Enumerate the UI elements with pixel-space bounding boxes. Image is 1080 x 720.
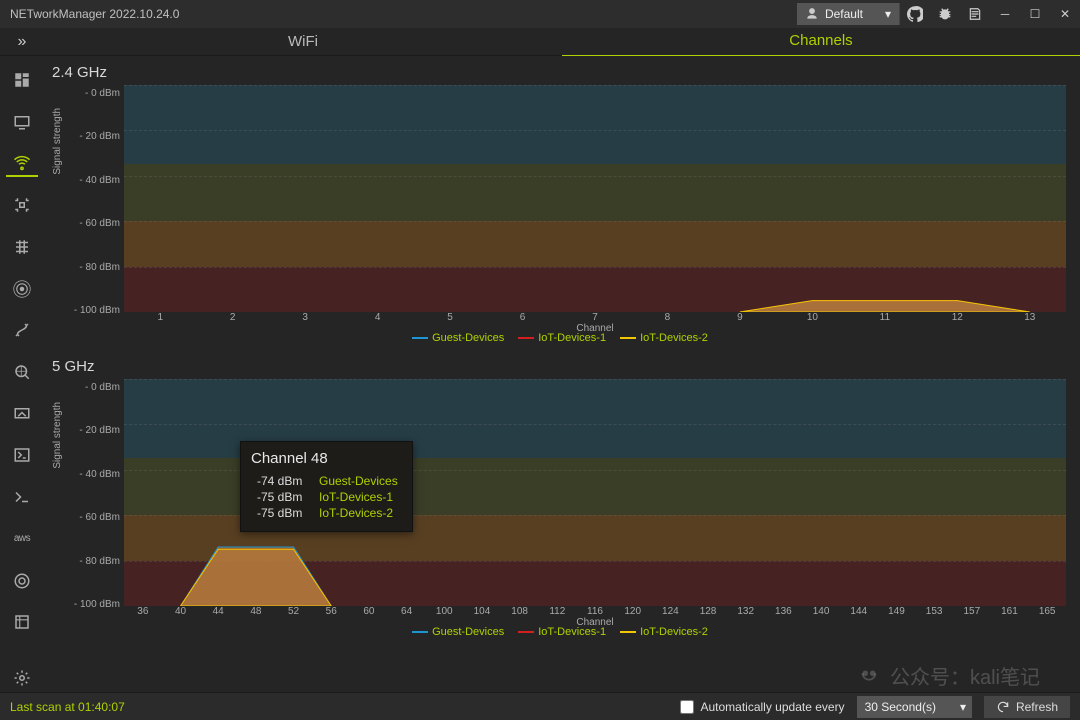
content-area: 2.4 GHz Signal strength - 0 dBm- 20 dBm-… xyxy=(44,56,1080,692)
tooltip-title: Channel 48 xyxy=(251,450,398,467)
sidebar-item-remote[interactable] xyxy=(6,400,38,428)
minimize-button[interactable]: ─ xyxy=(990,0,1020,28)
legend-24: Guest-DevicesIoT-Devices-1IoT-Devices-2 xyxy=(50,332,1070,344)
sidebar-item-trace[interactable] xyxy=(6,316,38,344)
xlabel-5: Channel xyxy=(124,618,1066,627)
ylabel-5: Signal strength xyxy=(52,401,63,468)
titlebar: NETworkManager 2022.10.24.0 Default ▾ ─ … xyxy=(0,0,1080,28)
section-title-24: 2.4 GHz xyxy=(52,64,1070,81)
sidebar-item-snmp[interactable] xyxy=(6,567,38,595)
auto-update-toggle[interactable]: Automatically update every xyxy=(680,700,844,714)
github-icon[interactable] xyxy=(900,0,930,28)
sidebar-item-whois[interactable] xyxy=(6,609,38,637)
app-title: NETworkManager 2022.10.24.0 xyxy=(0,7,797,21)
sidebar-item-wifi[interactable] xyxy=(6,149,38,177)
sidebar-item-ping[interactable] xyxy=(6,275,38,303)
refresh-button[interactable]: Refresh xyxy=(984,696,1070,718)
chart-tooltip: Channel 48 -74 dBmGuest-Devices-75 dBmIo… xyxy=(240,441,413,532)
auto-update-checkbox[interactable] xyxy=(680,700,694,714)
refresh-label: Refresh xyxy=(1016,700,1058,714)
toggle-sidebar-button[interactable]: » xyxy=(0,28,44,56)
maximize-button[interactable]: ☐ xyxy=(1020,0,1050,28)
yticks-5: - 0 dBm- 20 dBm- 40 dBm- 60 dBm- 80 dBm-… xyxy=(70,379,120,606)
xaxis-5: 3640444852566064100104108112116120124128… xyxy=(124,606,1066,624)
legend-5: Guest-DevicesIoT-Devices-1IoT-Devices-2 xyxy=(50,626,1070,638)
chart-24ghz: Signal strength - 0 dBm- 20 dBm- 40 dBm-… xyxy=(50,85,1070,330)
sidebar-item-dashboard[interactable] xyxy=(6,66,38,94)
docs-icon[interactable] xyxy=(960,0,990,28)
user-icon xyxy=(805,7,819,21)
profile-dropdown[interactable]: Default ▾ xyxy=(797,3,900,25)
chevron-down-icon: ▾ xyxy=(885,7,891,21)
xaxis-24: 12345678910111213 Channel xyxy=(124,312,1066,330)
tab-channels[interactable]: Channels xyxy=(562,27,1080,57)
tabs-row: » WiFi Channels xyxy=(0,28,1080,56)
bug-icon[interactable] xyxy=(930,0,960,28)
last-scan-label: Last scan at 01:40:07 xyxy=(10,700,668,714)
footer: Last scan at 01:40:07 Automatically upda… xyxy=(0,692,1080,720)
sidebar-item-settings[interactable] xyxy=(6,664,38,692)
sidebar-item-console[interactable] xyxy=(6,483,38,511)
tab-wifi[interactable]: WiFi xyxy=(44,28,562,56)
interval-value: 30 Second(s) xyxy=(865,700,936,714)
sidebar-item-powershell[interactable] xyxy=(6,442,38,470)
interval-dropdown[interactable]: 30 Second(s) ▾ xyxy=(857,696,972,718)
legend-item[interactable]: IoT-Devices-2 xyxy=(620,626,708,638)
sidebar-item-interface[interactable] xyxy=(6,108,38,136)
sidebar: aws xyxy=(0,56,44,692)
chart-5ghz: Signal strength - 0 dBm- 20 dBm- 40 dBm-… xyxy=(50,379,1070,624)
profile-label: Default xyxy=(825,7,863,21)
xlabel-24: Channel xyxy=(124,324,1066,333)
auto-update-label: Automatically update every xyxy=(700,700,844,714)
sidebar-item-dns[interactable] xyxy=(6,358,38,386)
sidebar-item-aws[interactable]: aws xyxy=(6,525,38,553)
legend-item[interactable]: Guest-Devices xyxy=(412,332,504,344)
legend-item[interactable]: Guest-Devices xyxy=(412,626,504,638)
ylabel-24: Signal strength xyxy=(52,107,63,174)
section-title-5: 5 GHz xyxy=(52,358,1070,375)
chevron-down-icon: ▾ xyxy=(960,700,966,714)
plot-24 xyxy=(124,85,1066,312)
refresh-icon xyxy=(996,700,1010,714)
sidebar-item-scanner[interactable] xyxy=(6,191,38,219)
close-button[interactable]: ✕ xyxy=(1050,0,1080,28)
legend-item[interactable]: IoT-Devices-2 xyxy=(620,332,708,344)
sidebar-item-port[interactable] xyxy=(6,233,38,261)
yticks-24: - 0 dBm- 20 dBm- 40 dBm- 60 dBm- 80 dBm-… xyxy=(70,85,120,312)
